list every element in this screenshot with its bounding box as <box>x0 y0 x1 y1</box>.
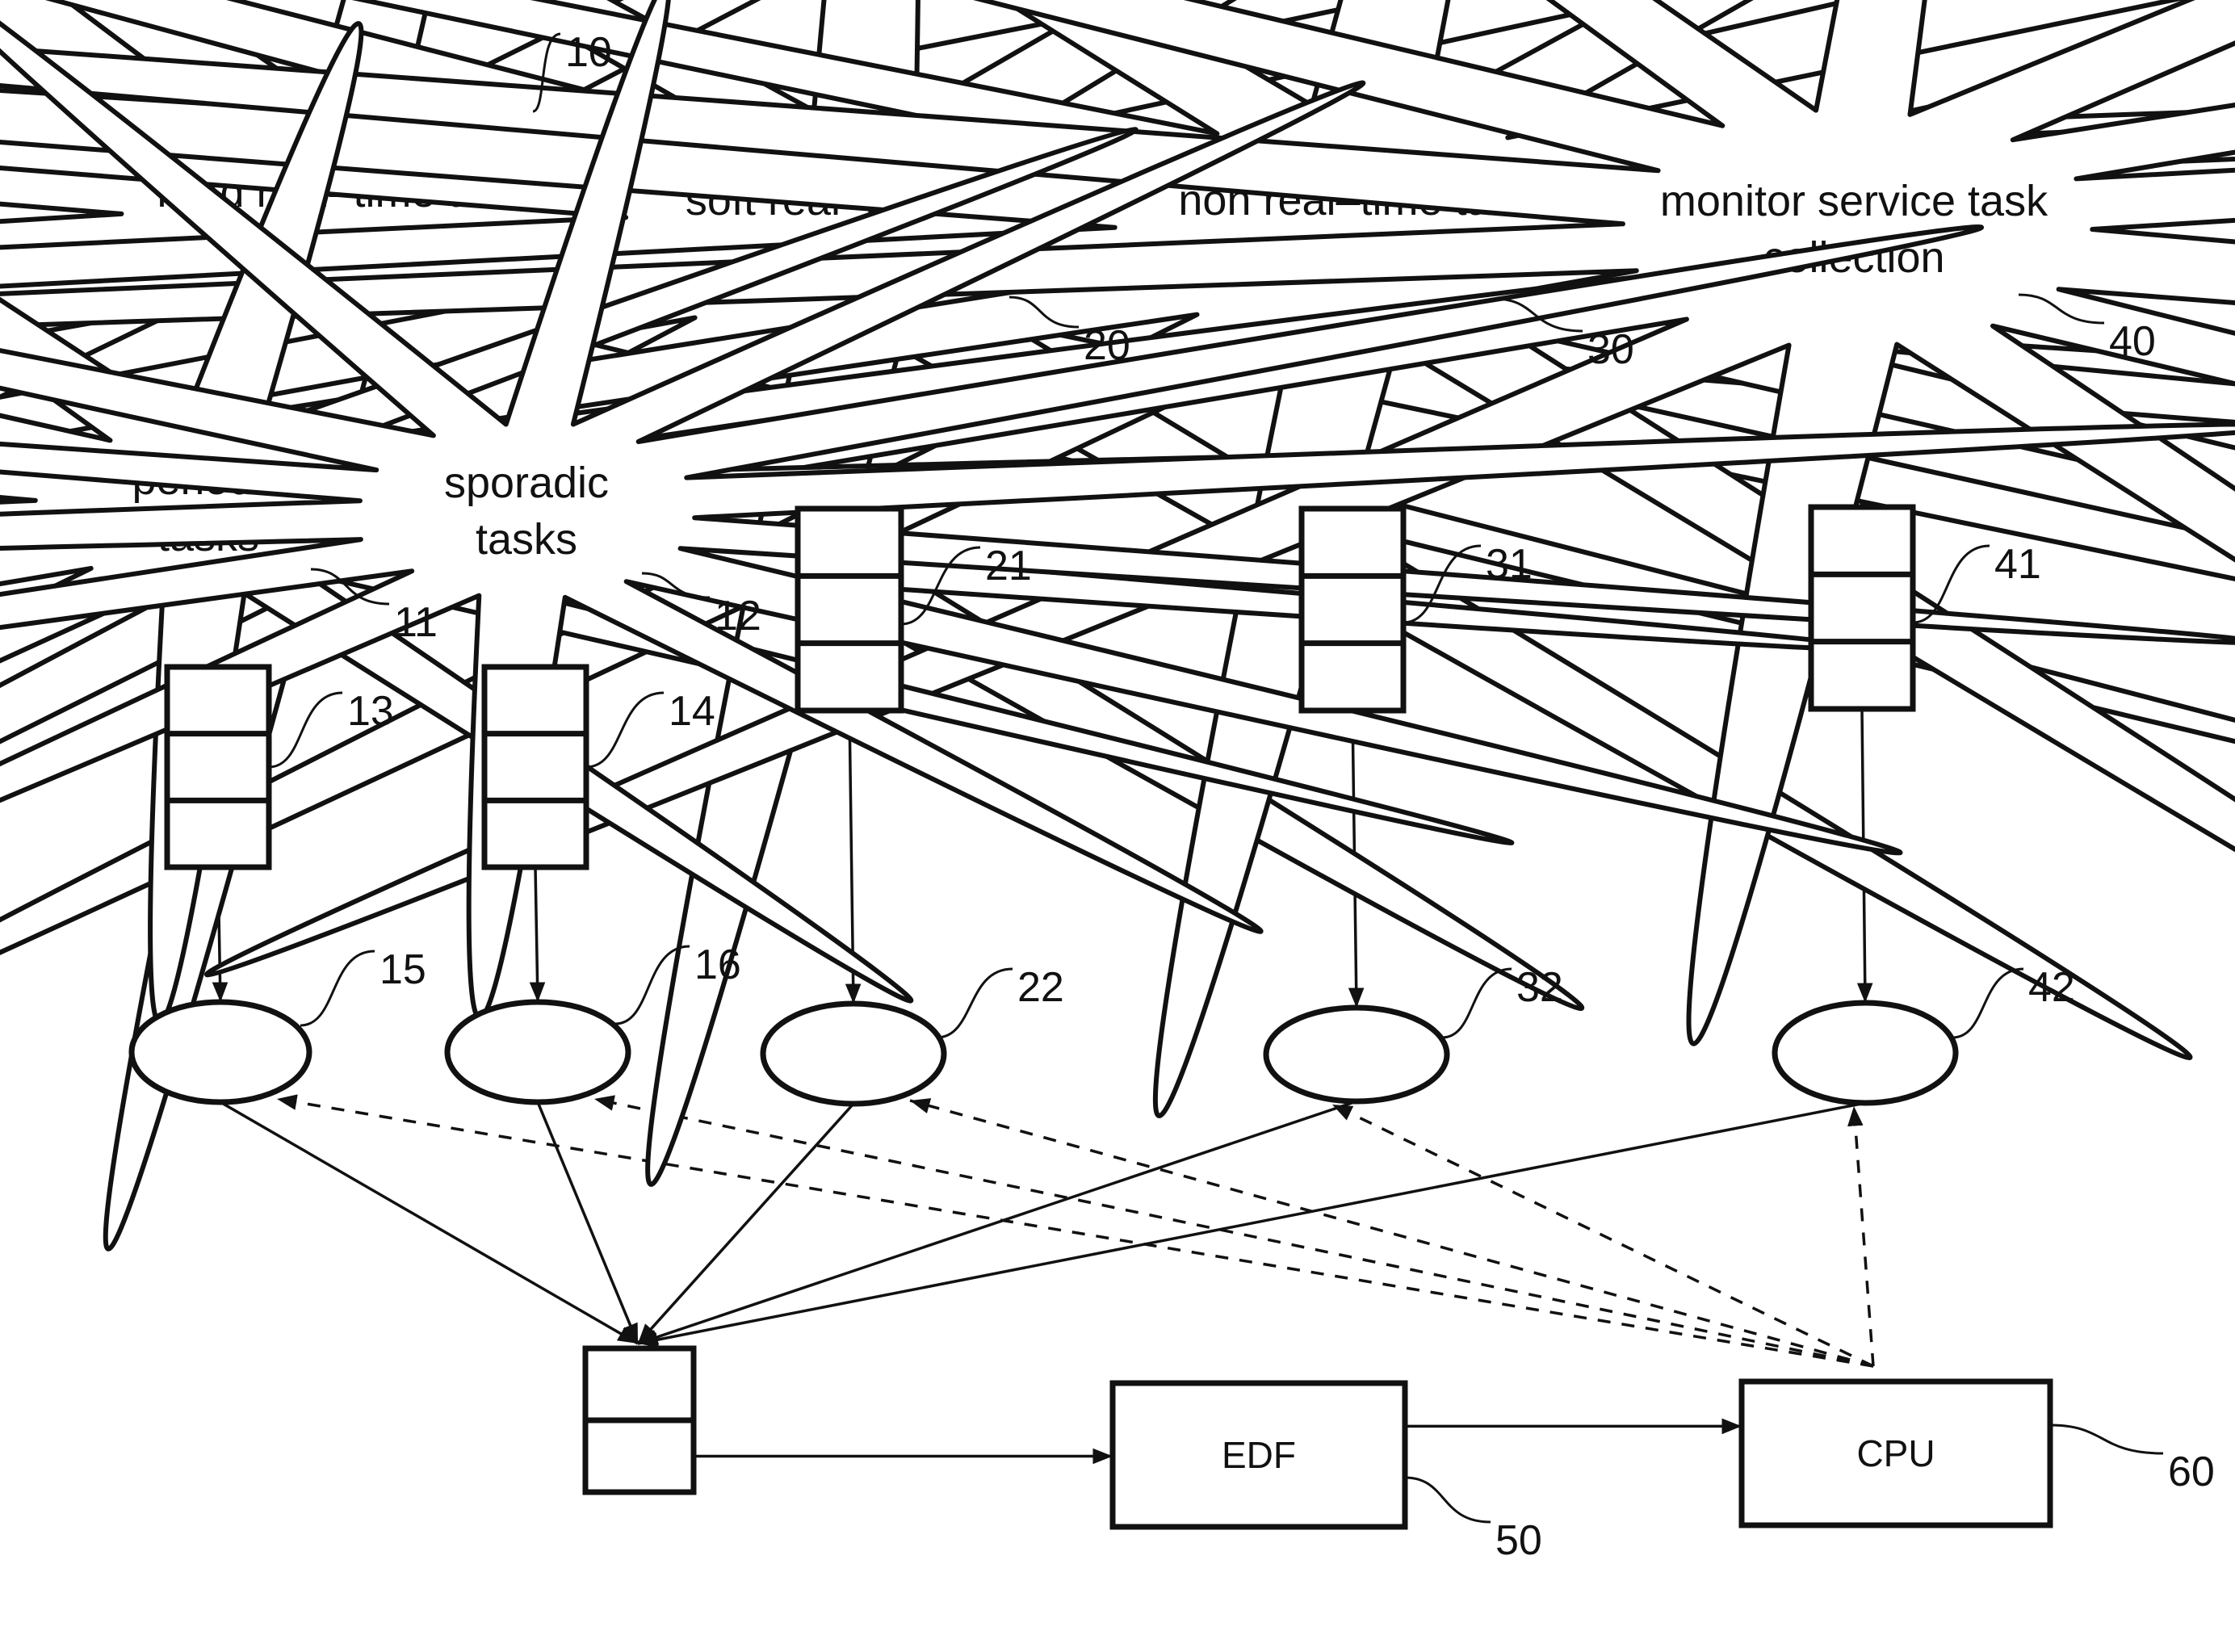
leader-line-42 <box>1952 967 2024 1039</box>
ref-label-40: 40 <box>2109 318 2156 365</box>
queue-frame <box>481 664 589 870</box>
server-16 <box>444 999 631 1105</box>
ref-label-10: 10 <box>565 29 612 76</box>
feedback-arrow-60-to-42 <box>1847 1105 1875 1367</box>
server-15 <box>128 999 312 1105</box>
leader-line-22 <box>936 967 1013 1039</box>
task-scheduling-diagram: hard real–time taskcollectionsoft real–t… <box>0 0 2235 1564</box>
block-label: CPU <box>1856 1432 1935 1474</box>
ref-label-13: 13 <box>347 688 394 735</box>
arrow-16-to-ready <box>536 1101 639 1344</box>
queue-21 <box>795 505 904 714</box>
cloud-text-line-1: monitor service task <box>1660 177 2048 225</box>
server-32 <box>1263 1004 1450 1105</box>
nodes-layer: hard real–time taskcollectionsoft real–t… <box>0 0 2235 1530</box>
ref-label-60: 60 <box>2168 1449 2215 1495</box>
queue-41 <box>1808 504 1916 712</box>
queue-frame <box>164 664 272 870</box>
feedback-arrow-60-to-32 <box>1331 1103 1874 1368</box>
leader-line-14 <box>585 691 665 769</box>
server-22 <box>760 1000 947 1107</box>
ref-label-31: 31 <box>1486 541 1533 588</box>
feedback-arrow-60-to-15 <box>276 1094 1874 1368</box>
queue-31 <box>1298 505 1407 714</box>
ref-label-22: 22 <box>1017 964 1064 1011</box>
edf-scheduler-block: EDF <box>1109 1380 1408 1530</box>
leader-line-32 <box>1441 967 1512 1039</box>
arrow-14-to-16 <box>529 866 546 1003</box>
leader-line-15 <box>300 950 375 1027</box>
queue-frame <box>795 505 904 714</box>
ready-queue <box>582 1345 697 1495</box>
block-label: EDF <box>1222 1434 1296 1476</box>
queue-frame <box>1808 504 1916 712</box>
ref-label-20: 20 <box>1084 322 1130 369</box>
ref-label-15: 15 <box>379 946 426 993</box>
queue-14 <box>481 664 589 870</box>
ref-label-30: 30 <box>1587 326 1634 373</box>
cloud-text-line-1: sporadic <box>444 459 609 507</box>
cloud-text-line-2: tasks <box>476 515 577 564</box>
queue-frame <box>1298 505 1407 714</box>
ref-label-41: 41 <box>1994 541 2041 588</box>
ref-label-50: 50 <box>1495 1517 1542 1564</box>
leader-line-50 <box>1404 1476 1491 1524</box>
cpu-block: CPU <box>1738 1378 2053 1528</box>
ref-label-21: 21 <box>985 543 1032 589</box>
ref-label-16: 16 <box>694 941 741 988</box>
feedback-arrow-60-to-22 <box>909 1098 1874 1368</box>
arrow-15-to-ready <box>220 1101 639 1345</box>
ref-label-12: 12 <box>715 593 761 639</box>
ref-label-11: 11 <box>394 599 438 646</box>
leader-line-60 <box>2049 1423 2164 1455</box>
ref-label-42: 42 <box>2028 964 2075 1011</box>
server-42 <box>1772 1000 1959 1106</box>
ref-label-32: 32 <box>1516 964 1563 1011</box>
ref-label-14: 14 <box>669 688 715 735</box>
queue-13 <box>164 664 272 870</box>
